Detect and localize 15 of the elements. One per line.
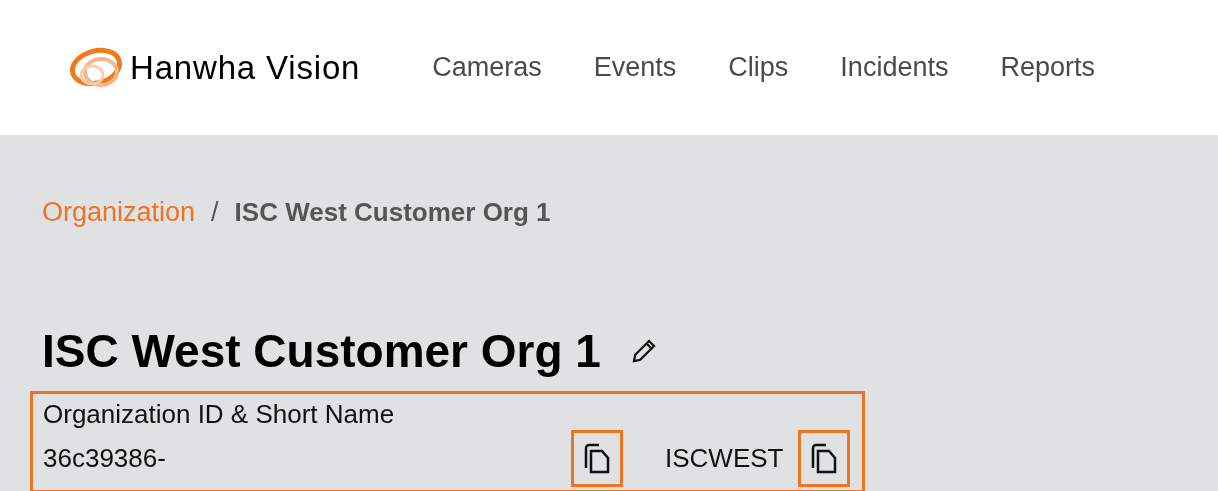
copy-button[interactable]	[798, 430, 850, 487]
nav-link[interactable]: Clips	[728, 47, 789, 88]
org-id-label: Organization ID & Short Name	[43, 398, 396, 430]
nav-link[interactable]: Incidents	[840, 47, 949, 88]
breadcrumb-current: ISC West Customer Org 1	[234, 195, 551, 229]
copy-button[interactable]	[571, 430, 623, 487]
logo-text: Hanwha Vision	[130, 51, 361, 84]
nav-link[interactable]: Reports	[1000, 47, 1095, 88]
nav-link[interactable]: Events	[593, 47, 677, 88]
short-name-value: ISCWEST	[665, 442, 785, 475]
copy-icon	[582, 441, 612, 476]
org-id-value: 36c39386-	[43, 442, 167, 475]
nav-link[interactable]: Cameras	[432, 47, 542, 88]
copy-icon	[809, 441, 839, 476]
breadcrumb-separator: /	[211, 195, 219, 229]
